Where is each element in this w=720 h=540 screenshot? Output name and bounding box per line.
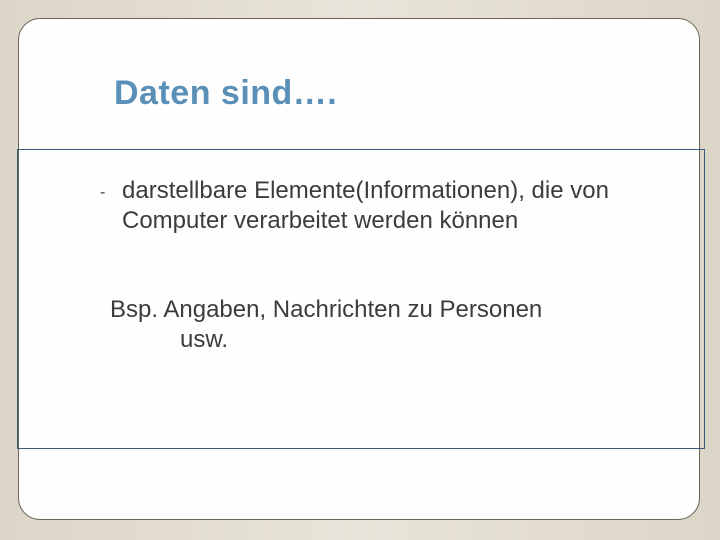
bullet-marker: - <box>100 184 105 202</box>
example-text: Bsp. Angaben, Nachrichten zu Personen us… <box>110 295 680 355</box>
example-line1: Bsp. Angaben, Nachrichten zu Personen <box>110 296 542 323</box>
slide-title: Daten sind…. <box>114 74 337 113</box>
bullet-item: - darstellbare Elemente(Informationen), … <box>100 176 670 236</box>
slide-frame: Daten sind…. - darstellbare Elemente(Inf… <box>18 18 700 520</box>
slide-background: Daten sind…. - darstellbare Elemente(Inf… <box>0 0 720 540</box>
content-box: - darstellbare Elemente(Informationen), … <box>17 149 705 449</box>
bullet-text: darstellbare Elemente(Informationen), di… <box>122 176 670 236</box>
example-line2: usw. <box>180 325 680 355</box>
